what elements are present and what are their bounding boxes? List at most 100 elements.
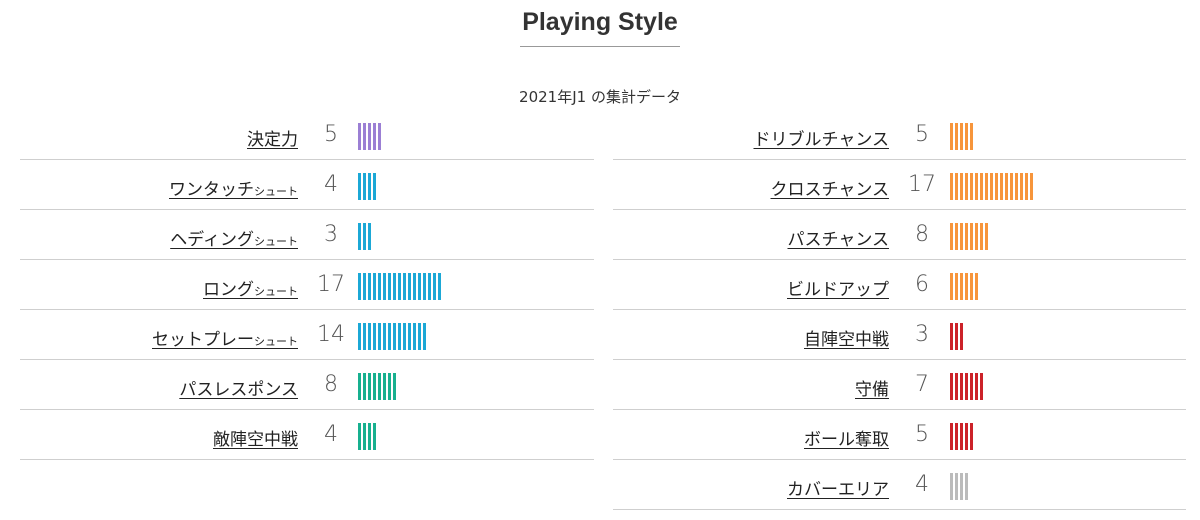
stat-label-link[interactable]: ロングシュート [203, 275, 298, 300]
stat-value: 17 [908, 172, 936, 197]
stat-bar-segment [363, 423, 366, 450]
stat-label-link[interactable]: 敵陣空中戦 [213, 425, 298, 450]
stat-bar-segment [970, 173, 973, 200]
stat-bar-segment [955, 173, 958, 200]
stat-bar-segment [408, 323, 411, 350]
stat-row: 決定力 5 [20, 110, 594, 160]
stat-bar-segment [393, 273, 396, 300]
stat-bar-segment [970, 123, 973, 150]
stat-bar-segment [368, 323, 371, 350]
stat-row: パスレスポンス 8 [20, 360, 594, 410]
stat-bar-segment [368, 223, 371, 250]
stat-bar-segment [378, 323, 381, 350]
stat-bar-segment [965, 223, 968, 250]
stat-bar-segment [985, 173, 988, 200]
stat-bar-segment [955, 473, 958, 500]
stat-bar-segment [363, 273, 366, 300]
stat-label-suffix: シュート [254, 185, 298, 198]
stat-bar-group [358, 223, 373, 250]
stat-value: 3 [915, 322, 929, 347]
stat-bar-segment [950, 423, 953, 450]
stat-bar-segment [418, 273, 421, 300]
stat-label-text: パスレスポンス [179, 380, 298, 400]
stat-bar-segment [378, 123, 381, 150]
stat-value: 14 [317, 322, 345, 347]
stat-label-link[interactable]: パスチャンス [788, 225, 890, 250]
stat-bar-segment [980, 223, 983, 250]
stat-bar-segment [363, 173, 366, 200]
stat-bar-segment [960, 173, 963, 200]
stat-label-text: 敵陣空中戦 [213, 430, 298, 450]
stat-bar-segment [1025, 173, 1028, 200]
stat-bar-segment [383, 323, 386, 350]
stat-label-link[interactable]: クロスチャンス [771, 175, 890, 200]
stat-bar-segment [398, 273, 401, 300]
stat-bar-segment [1015, 173, 1018, 200]
stat-bar-segment [363, 373, 366, 400]
stat-bar-segment [373, 323, 376, 350]
stat-label-link[interactable]: 決定力 [247, 125, 298, 150]
stat-bar-segment [388, 273, 391, 300]
stat-label-text: 自陣空中戦 [804, 330, 889, 350]
stat-label-link[interactable]: ドリブルチャンス [754, 125, 890, 150]
stat-row: ドリブルチャンス 5 [613, 110, 1186, 160]
stat-label-link[interactable]: ワンタッチシュート [169, 175, 298, 200]
stat-bar-segment [388, 373, 391, 400]
stat-bar-group [950, 373, 985, 400]
stat-bar-segment [970, 223, 973, 250]
stat-label-link[interactable]: ビルドアップ [787, 275, 889, 300]
stat-bar-group [950, 323, 965, 350]
stat-bar-segment [950, 123, 953, 150]
page-title: Playing Style [522, 8, 678, 36]
stat-bar-segment [438, 273, 441, 300]
stat-label-link[interactable]: カバーエリア [787, 475, 889, 500]
stat-bar-segment [960, 423, 963, 450]
stat-bar-segment [373, 273, 376, 300]
stat-bar-segment [403, 273, 406, 300]
stat-bar-segment [980, 173, 983, 200]
stat-bar-segment [955, 423, 958, 450]
stat-value: 4 [324, 422, 338, 447]
stat-row: 守備 7 [613, 360, 1186, 410]
stat-label-text: ヘディング [170, 230, 254, 250]
stat-bar-segment [950, 173, 953, 200]
stat-bar-segment [955, 323, 958, 350]
stat-value: 4 [915, 472, 929, 497]
stat-bar-segment [358, 173, 361, 200]
stat-label-text: クロスチャンス [770, 180, 890, 200]
stat-bar-segment [413, 273, 416, 300]
stat-label-text: カバーエリア [787, 480, 889, 500]
stat-bar-segment [950, 223, 953, 250]
stat-bar-segment [373, 123, 376, 150]
stat-bar-segment [950, 373, 953, 400]
stat-value: 6 [915, 272, 929, 297]
stat-bar-segment [965, 273, 968, 300]
stat-bar-segment [368, 173, 371, 200]
stat-bar-segment [433, 273, 436, 300]
stat-label-text: パスチャンス [787, 230, 890, 250]
chart-subtitle: 2021年J1 の集計データ [519, 88, 681, 106]
stat-bar-segment [358, 223, 361, 250]
stat-label-suffix: シュート [254, 285, 298, 298]
title-underline [520, 46, 680, 47]
stat-bar-segment [1010, 173, 1013, 200]
stat-label-link[interactable]: 自陣空中戦 [804, 325, 889, 350]
stat-bar-segment [368, 123, 371, 150]
stat-bar-segment [363, 123, 366, 150]
stat-bar-segment [985, 223, 988, 250]
stat-bar-segment [378, 273, 381, 300]
stat-label-link[interactable]: パスレスポンス [179, 375, 298, 400]
stat-bar-group [950, 273, 980, 300]
stat-bar-group [358, 323, 428, 350]
stat-bar-segment [358, 123, 361, 150]
stat-label-link[interactable]: ヘディングシュート [170, 225, 298, 250]
stat-label-text: ビルドアップ [787, 280, 889, 300]
stat-label-link[interactable]: セットプレーシュート [152, 325, 298, 350]
stat-bar-segment [368, 273, 371, 300]
stat-label-link[interactable]: 守備 [855, 375, 889, 400]
stat-bar-segment [363, 323, 366, 350]
stat-label-link[interactable]: ボール奪取 [804, 425, 889, 450]
stat-bar-segment [965, 373, 968, 400]
stat-label-text: 決定力 [247, 130, 298, 150]
stat-bar-segment [950, 273, 953, 300]
